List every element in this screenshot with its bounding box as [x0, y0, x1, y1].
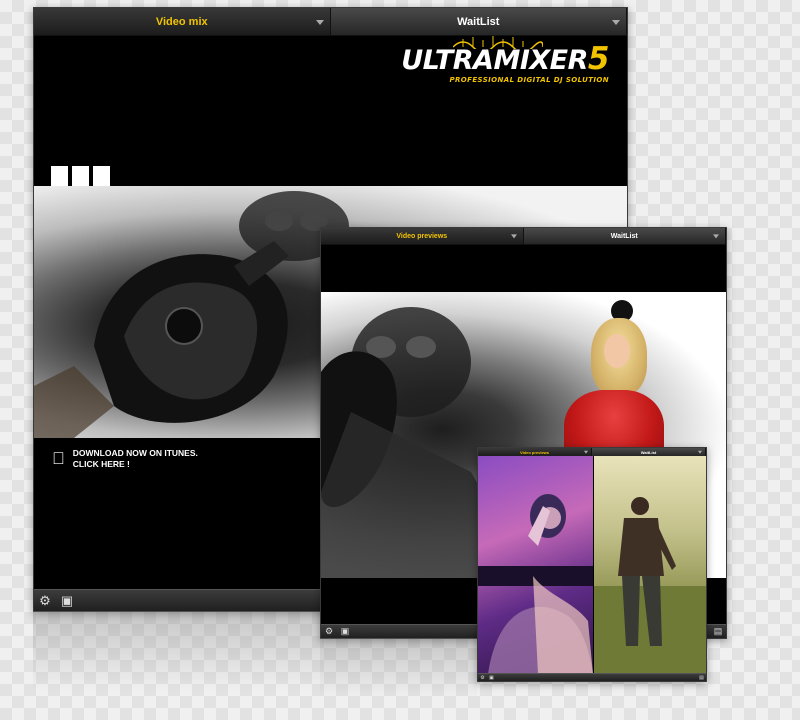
apple-logo-icon:  — [52, 450, 65, 467]
bottom-toolbar: ⚙ ▣ ▤ — [478, 673, 706, 681]
image-icon[interactable]: ▣ — [56, 590, 78, 611]
itunes-text: DOWNLOAD NOW ON ITUNES. CLICK HERE ! — [73, 448, 198, 469]
tab-video-mix[interactable]: Video mix — [34, 8, 331, 35]
gear-icon[interactable]: ⚙ — [34, 590, 56, 611]
concert-image — [478, 494, 593, 674]
tab-label: Video previews — [519, 449, 550, 455]
small-previews-window: Video previews WaitList ⚙ ▣ ▤ — [477, 447, 707, 682]
logo-tagline: PROFESSIONAL DIGITAL DJ SOLUTION — [449, 76, 609, 84]
field-image — [594, 497, 706, 674]
gear-icon[interactable]: ⚙ — [478, 674, 487, 681]
itunes-download-link[interactable]:  DOWNLOAD NOW ON ITUNES. CLICK HERE ! — [52, 448, 198, 469]
tab-video-previews[interactable]: Video previews — [321, 228, 524, 244]
chevron-down-icon[interactable] — [510, 234, 517, 239]
tab-label: Video previews — [396, 232, 448, 240]
concert-video-preview[interactable] — [478, 456, 593, 674]
chevron-down-icon[interactable] — [315, 19, 324, 25]
itunes-line-2: CLICK HERE ! — [60, 458, 130, 469]
tab-waitlist[interactable]: WaitList — [331, 8, 627, 35]
image-icon[interactable]: ▣ — [487, 674, 496, 681]
chevron-down-icon[interactable] — [698, 450, 702, 454]
tab-label: WaitList — [640, 449, 657, 455]
gear-icon[interactable]: ⚙ — [321, 625, 337, 638]
screen-icon[interactable]: ▤ — [697, 674, 706, 681]
tab-waitlist[interactable]: WaitList — [524, 228, 726, 244]
screen-icon[interactable]: ▤ — [710, 625, 726, 638]
chevron-down-icon[interactable] — [612, 19, 620, 25]
tab-bar: Video mix WaitList — [34, 8, 627, 36]
chevron-down-icon[interactable] — [584, 450, 588, 454]
woman-face — [604, 334, 630, 368]
tab-label: WaitList — [610, 232, 638, 240]
chevron-down-icon[interactable] — [713, 234, 719, 239]
tab-label: WaitList — [457, 15, 500, 28]
itunes-line-1: DOWNLOAD NOW ON ITUNES. — [60, 448, 198, 458]
tab-bar: Video previews WaitList — [321, 228, 726, 245]
tab-label: Video mix — [155, 15, 208, 28]
field-video-preview[interactable] — [594, 456, 706, 674]
window-reflection — [33, 611, 320, 691]
window-reflection — [320, 638, 477, 698]
sound-wave-icon — [453, 36, 543, 49]
ppm-logo — [51, 166, 110, 186]
logo-version: 5 — [587, 41, 610, 77]
tab-waitlist[interactable]: WaitList — [592, 448, 706, 456]
logo-name: ULTRAMIXER — [401, 45, 588, 76]
tab-video-previews[interactable]: Video previews — [478, 448, 592, 456]
ultramixer-logo: ULTRAMIXER5 PROFESSIONAL DIGITAL DJ SOLU… — [401, 36, 610, 84]
image-icon[interactable]: ▣ — [337, 625, 353, 638]
